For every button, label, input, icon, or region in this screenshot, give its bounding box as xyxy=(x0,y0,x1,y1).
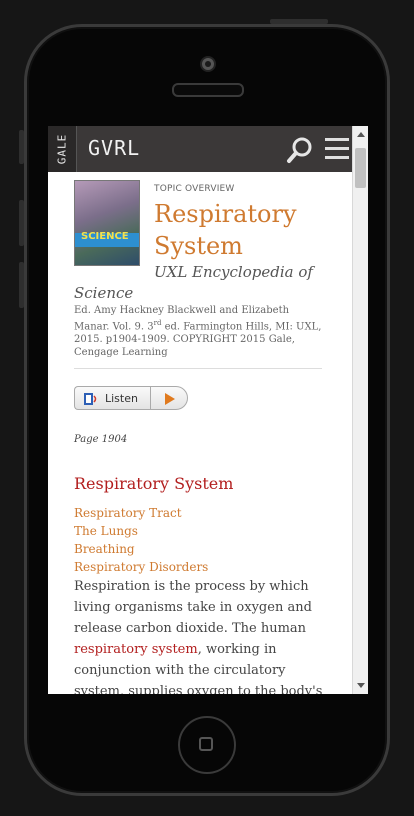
citation: Ed. Amy Hackney Blackwell and Elizabeth … xyxy=(74,305,322,359)
hamburger-menu-icon[interactable] xyxy=(325,138,349,160)
publication-title: UXL Encyclopedia of Science xyxy=(74,263,313,302)
front-camera xyxy=(200,56,216,72)
toc-link-respiratory-tract[interactable]: Respiratory Tract xyxy=(74,504,208,522)
play-button[interactable] xyxy=(150,386,188,410)
toc-link-the-lungs[interactable]: The Lungs xyxy=(74,522,208,540)
toc-link-breathing[interactable]: Breathing xyxy=(74,540,208,558)
book-cover-image: SCIENCE xyxy=(74,180,140,266)
table-of-contents: Respiratory Tract The Lungs Breathing Re… xyxy=(74,504,208,576)
section-heading: Respiratory System xyxy=(74,474,234,493)
article-title: Respiratory System xyxy=(154,200,297,260)
divider xyxy=(74,368,322,369)
listen-label: Listen xyxy=(105,392,138,405)
gvrl-logo[interactable]: GVRL xyxy=(88,136,140,160)
home-button[interactable] xyxy=(178,716,236,774)
phone-screen: GALE GVRL SCIENCE TOPIC OVERVIEW Respira… xyxy=(48,126,368,694)
gale-tab[interactable]: GALE xyxy=(48,126,77,172)
vertical-scrollbar[interactable] xyxy=(352,126,368,694)
scroll-down-arrow-icon[interactable] xyxy=(357,683,365,688)
listen-label-area[interactable]: Listen xyxy=(74,386,150,410)
speaker-icon xyxy=(84,393,97,405)
page-number: Page 1904 xyxy=(74,434,128,445)
earpiece-speaker xyxy=(172,83,244,97)
scroll-thumb[interactable] xyxy=(355,148,366,188)
gale-tab-label: GALE xyxy=(55,133,69,165)
article-body: Respiration is the process by which livi… xyxy=(74,579,323,694)
respiratory-system-link[interactable]: respiratory system xyxy=(74,642,198,657)
toc-link-respiratory-disorders[interactable]: Respiratory Disorders xyxy=(74,558,208,576)
scroll-up-arrow-icon[interactable] xyxy=(357,132,365,137)
top-navigation-bar: GALE GVRL xyxy=(48,126,368,172)
topic-overview-label: TOPIC OVERVIEW xyxy=(154,184,235,194)
search-icon[interactable] xyxy=(286,136,314,164)
play-icon xyxy=(165,393,175,405)
listen-button[interactable]: Listen xyxy=(74,386,188,410)
cover-title: SCIENCE xyxy=(81,231,129,242)
